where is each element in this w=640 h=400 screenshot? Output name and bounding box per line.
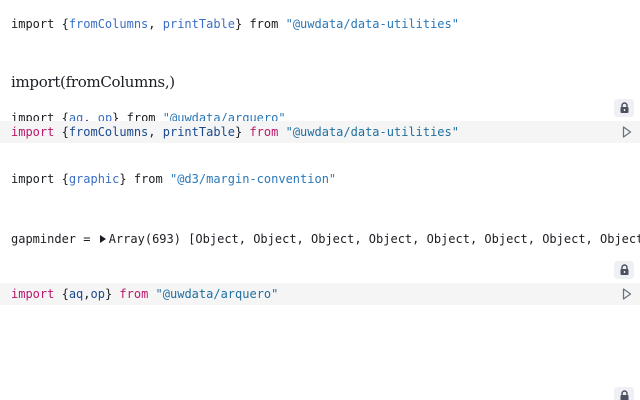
- comma: ,: [83, 111, 98, 121]
- cell-output-gapminder: gapminder = Array(693) [Object, Object, …: [0, 231, 640, 249]
- keyword-import: import: [11, 125, 55, 139]
- cell-output-data-utilities-import: import {fromColumns, printTable} from "@…: [0, 16, 640, 34]
- module-string: "@uwdata/arquero": [155, 287, 279, 301]
- lock-icon: [620, 264, 628, 275]
- caret-right-icon[interactable]: [99, 235, 106, 243]
- variable-name: gapminder: [11, 232, 77, 246]
- identifier-printTable: printTable: [162, 17, 235, 31]
- identifier-aq: aq: [68, 287, 84, 301]
- keyword-from: from: [112, 287, 149, 301]
- brace-open: {: [61, 17, 69, 31]
- rendered-text: import(fromColumns,): [11, 73, 175, 91]
- lock-button[interactable]: [614, 387, 634, 400]
- identifier-op: op: [90, 287, 105, 301]
- cell-output-arquero-import-clipped: import {aq, op} from "@uwdata/arquero": [0, 110, 640, 121]
- cell-output-rendered-text: import(fromColumns,): [0, 72, 640, 94]
- array-inspector-value[interactable]: Array(693) [Object, Object, Object, Obje…: [109, 232, 640, 246]
- cell-output-margin-convention-import: import {graphic} from "@d3/margin-conven…: [0, 171, 640, 189]
- module-string: "@uwdata/arquero": [162, 111, 286, 121]
- code-editor-arquero[interactable]: import {aq,op} from "@uwdata/arquero": [0, 283, 640, 305]
- brace-open: {: [61, 111, 69, 121]
- keyword-import: import: [11, 111, 62, 121]
- play-icon: [622, 288, 632, 300]
- keyword-import: import: [11, 172, 62, 186]
- lock-icon: [620, 102, 628, 113]
- run-cell-button[interactable]: [620, 124, 634, 140]
- module-string: "@d3/margin-convention": [169, 172, 337, 186]
- brace-open: {: [54, 125, 69, 139]
- identifier-printTable: printTable: [162, 125, 235, 139]
- lock-button[interactable]: [614, 261, 634, 279]
- play-icon: [622, 126, 632, 138]
- lock-icon: [620, 390, 628, 400]
- module-string: "@uwdata/data-utilities": [285, 17, 459, 31]
- brace-open: {: [54, 287, 69, 301]
- code-editor-data-utilities[interactable]: import {fromColumns, printTable} from "@…: [0, 121, 640, 143]
- lock-button[interactable]: [614, 99, 634, 117]
- editor-line: import {fromColumns, printTable} from "@…: [0, 124, 459, 140]
- identifier-fromColumns: fromColumns: [68, 125, 149, 139]
- identifier-fromColumns: fromColumns: [68, 17, 149, 31]
- keyword-import: import: [11, 287, 55, 301]
- notebook-page: import {fromColumns, printTable} from "@…: [0, 0, 640, 400]
- identifier-op: op: [97, 111, 113, 121]
- brace-close: }: [119, 172, 127, 186]
- comma: ,: [83, 287, 91, 301]
- run-cell-button[interactable]: [620, 286, 634, 302]
- editor-line: import {aq,op} from "@uwdata/arquero": [0, 286, 278, 302]
- keyword-from: from: [119, 111, 163, 121]
- module-string: "@uwdata/data-utilities": [285, 125, 459, 139]
- keyword-from: from: [242, 17, 286, 31]
- keyword-from: from: [242, 125, 279, 139]
- comma: ,: [148, 125, 163, 139]
- comma: ,: [148, 17, 163, 31]
- keyword-from: from: [126, 172, 170, 186]
- identifier-aq: aq: [68, 111, 84, 121]
- keyword-import: import: [11, 17, 62, 31]
- identifier-graphic: graphic: [68, 172, 120, 186]
- equals-sign: =: [76, 232, 98, 246]
- brace-open: {: [61, 172, 69, 186]
